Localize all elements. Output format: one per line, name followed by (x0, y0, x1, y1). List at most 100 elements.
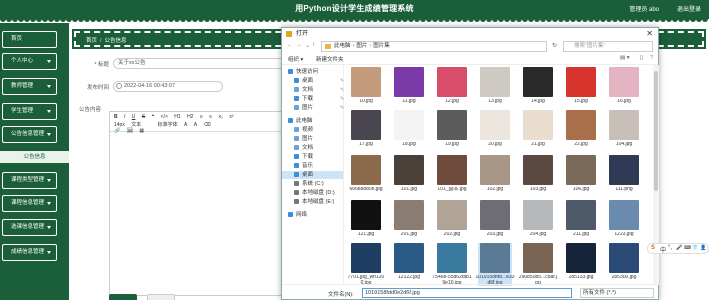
file-item[interactable]: 204.jpg (521, 200, 555, 243)
strike-button[interactable]: S (142, 114, 145, 120)
file-item[interactable]: 101_副本.jpg (435, 155, 469, 198)
refresh-icon[interactable]: ↻ (552, 42, 557, 49)
file-item[interactable]: 7701.jpg_wh1200.jpg (348, 243, 384, 286)
nav-item[interactable]: 图片 ✎ (294, 104, 344, 112)
path-collection[interactable]: 图片集 (373, 43, 390, 49)
file-item[interactable]: 75468-55d62fab19e10.jpg (432, 243, 472, 286)
file-item[interactable]: 666888808.jpg (349, 155, 383, 198)
file-item[interactable]: 201.jpg (392, 200, 426, 243)
rich-text-editor[interactable]: B I U S ❝ </> H1 H2 ≡ ≡ x₂ x² 14px 文本 标准… (109, 111, 284, 296)
view-options-icon[interactable]: ▤ ▾ (620, 55, 630, 61)
file-item[interactable]: 211.jpg (564, 200, 598, 243)
file-item[interactable]: 1223.jpg (607, 200, 641, 243)
bullet-list-button[interactable]: ≡ (209, 114, 212, 120)
file-item[interactable]: 11.jpg (392, 67, 426, 110)
publish-time-input[interactable]: 2022-04-16 00:43:07 (113, 81, 223, 92)
nav-item[interactable]: 网络 (288, 211, 307, 219)
nav-item[interactable]: 本地磁盘 (E:) (294, 198, 334, 206)
nav-item[interactable]: 桌面 ✎ (294, 77, 344, 85)
scrollbar-thumb[interactable] (654, 71, 658, 191)
keyboard-icon[interactable]: ⌨ (684, 245, 691, 251)
superscript-button[interactable]: x² (229, 114, 233, 120)
sidebar-item-notices[interactable]: 公告信息管理 (2, 126, 57, 143)
file-item[interactable]: 15.jpg (564, 67, 598, 110)
submit-button[interactable] (109, 294, 137, 300)
nav-item[interactable]: 视频 (294, 126, 313, 134)
microphone-icon[interactable]: 🎤 (676, 245, 682, 251)
clear-format-button[interactable]: ⌫ (204, 122, 211, 128)
sidebar-item-profile[interactable]: 个人中心 (2, 53, 57, 70)
sidebar-item-course-types[interactable]: 课程类型管理 (2, 172, 57, 189)
skin-icon[interactable]: 👕 (692, 245, 698, 251)
file-item[interactable]: 121.jpg (349, 200, 383, 243)
file-item[interactable]: 290850b5...cdaf.jpg (519, 243, 557, 286)
recent-chevron-icon[interactable]: ⌄ (305, 42, 310, 49)
close-icon[interactable]: ✕ (646, 28, 653, 40)
file-item[interactable]: 22.jpg (564, 110, 598, 153)
sidebar-item-teachers[interactable]: 教师管理 (2, 78, 57, 95)
nav-item[interactable]: 系统 (C:) (294, 180, 324, 188)
forward-arrow-icon[interactable]: → (296, 42, 302, 48)
search-input[interactable]: 搜索"图片集" (563, 41, 653, 52)
sidebar-item-grades[interactable]: 成绩信息管理 (2, 244, 57, 261)
file-item[interactable]: 106.jpg (564, 155, 598, 198)
nav-item[interactable]: 此电脑 (288, 117, 313, 125)
filetype-select[interactable]: 所有文件 (*.*) (580, 288, 654, 298)
nav-item[interactable]: 快速访问 (288, 68, 318, 76)
text-style-select[interactable]: 文本 (131, 121, 141, 128)
file-item[interactable]: 19.jpg (435, 110, 469, 153)
bg-color-button[interactable]: A (194, 122, 197, 128)
preview-pane-icon[interactable]: ▯ (640, 55, 643, 61)
file-item[interactable]: 12.jpg (435, 67, 469, 110)
cancel-button[interactable] (147, 294, 175, 300)
filename-input[interactable]: 1019158fdd0e2d6f.jpg (362, 288, 572, 298)
ordered-list-button[interactable]: ≡ (200, 114, 203, 120)
new-folder-button[interactable]: 新建文件夹 (316, 55, 344, 63)
video-icon[interactable]: ▦ (139, 128, 144, 134)
file-item[interactable]: 18.jpg (392, 110, 426, 153)
sidebar-item-enrollments[interactable]: 选课信息管理 (2, 219, 57, 236)
file-item[interactable]: 14.jpg (521, 67, 555, 110)
nav-item[interactable]: 文档 ✎ (294, 86, 344, 94)
nav-item[interactable]: 音乐 (294, 162, 313, 170)
underline-button[interactable]: U (132, 114, 136, 120)
file-item[interactable]: 111.png (607, 155, 641, 198)
sidebar-item-courses[interactable]: 课程信息管理 (2, 195, 57, 212)
nav-item[interactable]: 文档 (294, 144, 313, 152)
font-family-select[interactable]: 标准字体 (158, 121, 178, 128)
address-path[interactable]: 此电脑 › 图片 › 图片集 (321, 41, 547, 52)
file-item[interactable]: 101.jpg (392, 155, 426, 198)
file-item[interactable]: 285133.jpg (564, 243, 598, 286)
back-arrow-icon[interactable]: ← (287, 42, 293, 48)
link-icon[interactable]: 🔗 (114, 128, 120, 134)
file-item[interactable]: 285300.jpg (607, 243, 641, 286)
path-pictures[interactable]: 图片 (356, 43, 367, 49)
font-color-button[interactable]: A (184, 122, 187, 128)
file-item[interactable]: 12122.jpg (392, 243, 426, 286)
file-item[interactable]: 103.jpg (521, 155, 555, 198)
ime-chinese-mode[interactable]: 中 (660, 245, 666, 254)
h1-button[interactable]: H1 (174, 114, 180, 120)
help-icon[interactable]: ? (650, 55, 653, 61)
file-item[interactable]: 20.jpg (478, 110, 512, 153)
breadcrumb-home[interactable]: 首页 (86, 38, 97, 44)
file-item[interactable]: 16.jpg (607, 67, 641, 110)
file-item[interactable]: 202.jpg (435, 200, 469, 243)
user-icon[interactable]: 👤 (700, 245, 706, 251)
path-pc[interactable]: 此电脑 (334, 43, 351, 49)
file-item[interactable]: 17.jpg (349, 110, 383, 153)
up-arrow-icon[interactable]: ↑ (312, 42, 315, 48)
ime-logo-icon[interactable]: S (651, 245, 655, 251)
file-item[interactable]: 203.jpg (478, 200, 512, 243)
h2-button[interactable]: H2 (187, 114, 193, 120)
file-item[interactable]: 104.jpg (607, 110, 641, 153)
nav-item[interactable]: 下载 ✎ (294, 95, 344, 103)
italic-button[interactable]: I (124, 114, 125, 120)
sidebar-item-students[interactable]: 学生管理 (2, 103, 57, 120)
quote-button[interactable]: ❝ (152, 114, 155, 120)
subscript-button[interactable]: x₂ (218, 114, 222, 120)
file-item[interactable]: 1019158fdd...e33d6f.jpg (476, 243, 514, 286)
file-item[interactable]: 13.jpg (478, 67, 512, 110)
image-icon[interactable]: 🖼 (127, 128, 133, 134)
title-input[interactable]: 关于xx公告 (113, 58, 288, 69)
